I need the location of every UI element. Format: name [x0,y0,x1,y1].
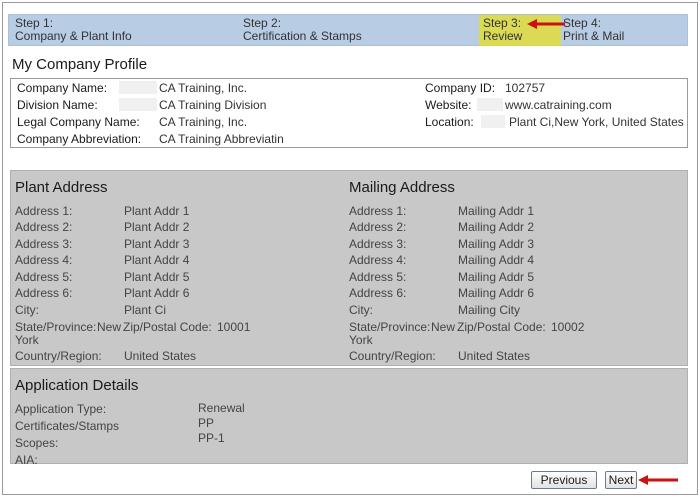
plant-address-5-label: Address 5: [15,270,73,284]
address-panel: Plant Address Address 1: Plant Addr 1 Ad… [10,170,688,366]
plant-address-6-value: Plant Addr 6 [124,286,190,300]
company-id-value: 102757 [505,81,546,95]
application-type-label: Application Type: [15,402,107,416]
plant-address-1-label: Address 1: [15,204,73,218]
step-4: Step 4: Print & Mail [563,17,624,43]
step-1: Step 1: Company & Plant Info [15,17,132,43]
next-button[interactable]: Next [605,471,637,489]
mailing-address-5-label: Address 5: [349,270,407,284]
scopes-label: Scopes: [15,436,59,450]
mailing-address-3-label: Address 3: [349,237,407,251]
mailing-state-label: State/Province: [349,320,431,334]
division-name-value: CA Training Division [159,98,267,112]
plant-city-value: Plant Ci [124,303,167,317]
plant-address-4-label: Address 4: [15,253,73,267]
legal-name-label: Legal Company Name: [17,115,140,129]
company-profile-panel: Company Name: CA Training, Inc. Division… [10,78,688,148]
mailing-state-value: New [431,320,456,334]
redacted-spacer [119,81,157,94]
step-3-label: Review [483,29,523,43]
mailing-state-value-cont: York [349,333,373,347]
previous-button[interactable]: Previous [531,471,597,489]
mailing-address-2-label: Address 2: [349,220,407,234]
scopes-value: PP-1 [198,431,225,445]
plant-address-3-label: Address 3: [15,237,73,251]
plant-address-3-value: Plant Addr 3 [124,237,190,251]
website-label: Website: [425,98,472,112]
mailing-zip-value: 10002 [551,320,585,334]
plant-address-title: Plant Address [15,179,108,196]
plant-state-label: State/Province: [15,320,97,334]
mailing-address-4-label: Address 4: [349,253,407,267]
step-4-label: Print & Mail [563,29,625,43]
mailing-country-value: United States [458,349,531,363]
arrow-left-icon [638,475,678,485]
plant-zip-value: 10001 [217,320,251,334]
abbreviation-value: CA Training Abbreviatin [159,132,284,146]
mailing-address-1-label: Address 1: [349,204,407,218]
certificates-value: PP [198,416,215,430]
mailing-address-2-value: Mailing Addr 2 [458,220,535,234]
mailing-address-4-value: Mailing Addr 4 [458,253,535,267]
mailing-city-value: Mailing City [458,303,521,317]
mailing-address-title: Mailing Address [349,179,455,196]
company-name-value: CA Training, Inc. [159,81,248,95]
mailing-address-1-value: Mailing Addr 1 [458,204,535,218]
step-1-label: Company & Plant Info [15,29,132,43]
plant-country-label: Country/Region: [15,349,102,363]
abbreviation-label: Company Abbreviation: [17,132,142,146]
application-details-title: Application Details [15,377,139,394]
legal-name-value: CA Training, Inc. [159,115,248,129]
certificates-label: Certificates/Stamps [15,419,120,433]
application-details-panel: Application Details Application Type: Re… [10,368,688,467]
wizard-steps: Step 1: Company & Plant Info Step 2: Cer… [8,14,688,46]
mailing-address-6-value: Mailing Addr 6 [458,286,535,300]
plant-city-label: City: [15,303,39,317]
plant-address-2-value: Plant Addr 2 [124,220,190,234]
mailing-address-6-label: Address 6: [349,286,407,300]
redacted-spacer [481,115,505,128]
aia-label: AIA: [15,453,38,467]
website-value: www.catraining.com [505,98,612,112]
company-id-label: Company ID: [425,81,496,95]
plant-state-value: New [97,320,122,334]
plant-state-value-cont: York [15,333,39,347]
step-2: Step 2: Certification & Stamps [243,17,362,43]
plant-address-1-value: Plant Addr 1 [124,204,190,218]
mailing-zip-label: Zip/Postal Code: [457,320,546,334]
application-type-value: Renewal [198,401,245,415]
plant-address-2-label: Address 2: [15,220,73,234]
plant-address-5-value: Plant Addr 5 [124,270,190,284]
location-value: Plant Ci,New York, United States [509,115,684,129]
plant-address-4-value: Plant Addr 4 [124,253,190,267]
plant-country-value: United States [124,349,197,363]
arrow-left-icon [527,19,565,29]
division-name-label: Division Name: [17,98,98,112]
step-2-label: Certification & Stamps [243,29,362,43]
company-name-label: Company Name: [17,81,108,95]
redacted-spacer [119,98,157,111]
plant-zip-label: Zip/Postal Code: [123,320,212,334]
mailing-city-label: City: [349,303,373,317]
mailing-address-5-value: Mailing Addr 5 [458,270,535,284]
redacted-spacer [477,98,503,111]
mailing-address-3-value: Mailing Addr 3 [458,237,535,251]
plant-address-6-label: Address 6: [15,286,73,300]
location-label: Location: [425,115,474,129]
mailing-country-label: Country/Region: [349,349,436,363]
page-title: My Company Profile [12,56,148,73]
